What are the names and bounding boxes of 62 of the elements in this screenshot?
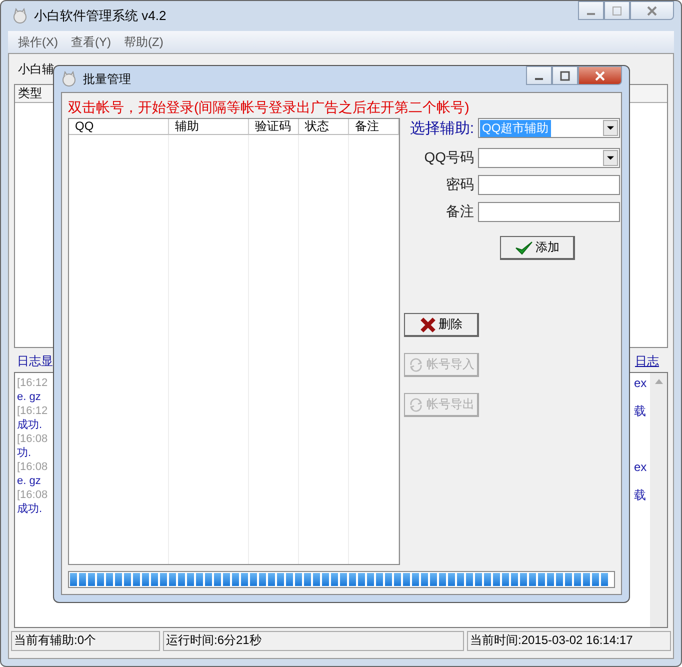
cat-icon [12,8,28,24]
minimize-button[interactable] [578,1,604,20]
input-field[interactable] [478,202,620,222]
minimize-icon [587,12,595,14]
notice-text: 双击帐号，开始登录(间隔等帐号登录出广告之后在开第二个帐号) [68,98,470,117]
maximize-icon [612,6,622,16]
status-panel: 运行时间:6分21秒 [163,631,464,651]
log-line: 成功. [17,502,44,516]
log-line: e. gz [17,390,42,404]
close-icon [595,70,605,80]
column-header[interactable]: 备注 [349,119,399,134]
refresh-icon [408,356,424,372]
delete-button[interactable]: 删除 [404,313,479,337]
field-label: 备注 [446,203,474,221]
field-label: 密码 [446,176,474,194]
column-header[interactable]: 验证码 [249,119,299,134]
checkmark-icon [514,240,532,256]
log-line: [16:08 [17,432,49,446]
close-button[interactable] [578,66,622,85]
log-text: ex [634,376,647,390]
add-button[interactable]: 添加 [500,236,575,260]
log-text: 载 [634,488,646,502]
status-panel: 当前有辅助:0个 [11,631,160,651]
log-line: 成功. [17,418,44,432]
log-line: [16:12 [17,404,49,418]
cross-icon [420,316,436,332]
dropdown-field[interactable] [478,148,620,168]
log-text: 载 [634,404,646,418]
caret-icon [607,126,614,130]
log-link[interactable]: 日志 [635,353,659,370]
log-tab[interactable]: 日志显 [17,353,53,370]
field-label: QQ号码 [424,149,474,167]
menu-item[interactable]: 操作(X) [18,34,58,50]
caret-icon [607,156,614,160]
close-icon [647,6,657,16]
maximize-button[interactable] [552,66,578,85]
close-button[interactable] [630,1,674,20]
log-line: 功. [17,446,32,460]
status-panel: 当前时间:2015-03-02 16:14:17 [467,631,671,651]
up-arrow-icon[interactable] [654,379,662,384]
scrollbar[interactable] [650,373,667,627]
cat-icon [61,71,77,87]
account-list[interactable]: QQ 辅助 验证码 状态 备注 [68,118,400,565]
menu-item[interactable]: 查看(Y) [71,34,111,50]
maximize-icon [560,70,570,80]
minimize-button[interactable] [526,66,552,85]
log-line: [16:08 [17,460,49,474]
column-header[interactable]: QQ [69,119,169,134]
menu-item[interactable]: 帮助(Z) [124,34,164,50]
dialog-title: 批量管理 [83,70,131,88]
log-line: e. gz [17,474,42,488]
log-text: ex [634,460,647,474]
log-line: [16:08 [17,488,49,502]
field-label: 选择辅助: [410,118,474,138]
column-header[interactable]: 辅助 [169,119,249,134]
input-field[interactable] [478,175,620,195]
refresh-icon [408,396,424,412]
minimize-icon [535,78,543,80]
helper-label: 小白辅 [18,60,54,78]
column-header[interactable]: 状态 [299,119,349,134]
window-title: 小白软件管理系统 v4.2 [34,7,166,25]
log-line: [16:12 [17,376,49,390]
